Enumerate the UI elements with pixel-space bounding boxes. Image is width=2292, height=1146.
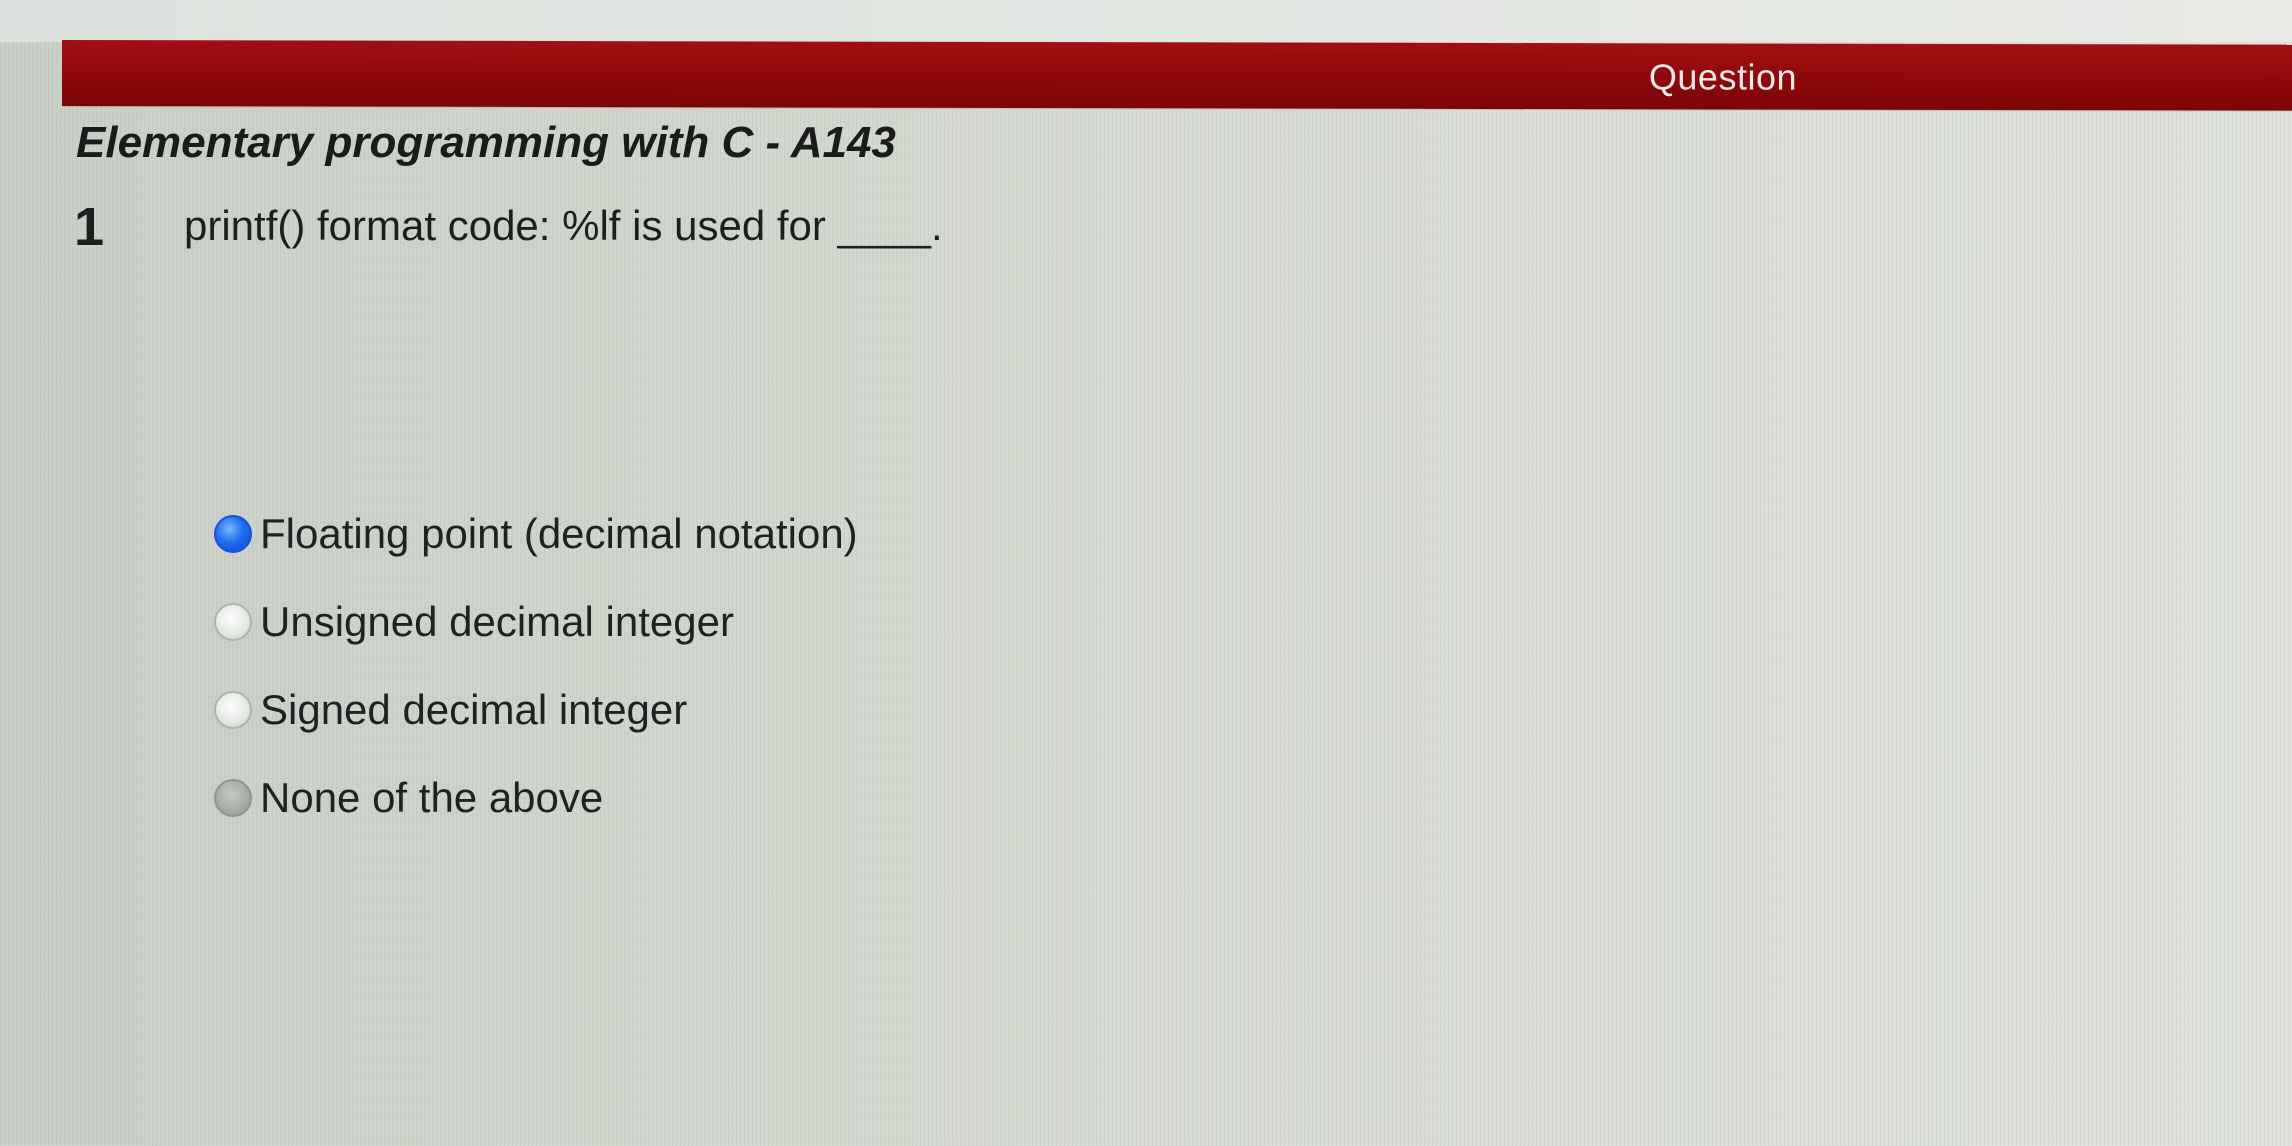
question-header-bar: Question	[62, 40, 2292, 111]
answer-label: Floating point (decimal notation)	[260, 510, 858, 557]
answer-options: Floating point (decimal notation) Unsign…	[214, 490, 858, 842]
answer-label: Unsigned decimal integer	[260, 598, 734, 645]
radio-button[interactable]	[214, 603, 252, 641]
answer-option-unsigned-decimal-integer[interactable]: Unsigned decimal integer	[214, 578, 858, 666]
radio-button[interactable]	[214, 779, 252, 817]
question-text: printf() format code: %lf is used for __…	[184, 202, 943, 249]
course-title: Elementary programming with C - A143	[76, 118, 896, 167]
answer-option-none-of-the-above[interactable]: None of the above	[214, 754, 858, 842]
answer-option-floating-point[interactable]: Floating point (decimal notation)	[214, 490, 858, 578]
quiz-page: { "header": { "label": "Question" }, "qu…	[0, 0, 2292, 1146]
answer-label: Signed decimal integer	[260, 686, 688, 733]
question-number: 1	[74, 197, 105, 257]
radio-button-selected[interactable]	[214, 515, 252, 553]
answer-label: None of the above	[260, 774, 604, 821]
top-strip	[0, 0, 2292, 42]
header-label: Question	[1648, 56, 1797, 98]
radio-button[interactable]	[214, 691, 252, 729]
answer-option-signed-decimal-integer[interactable]: Signed decimal integer	[214, 666, 858, 754]
